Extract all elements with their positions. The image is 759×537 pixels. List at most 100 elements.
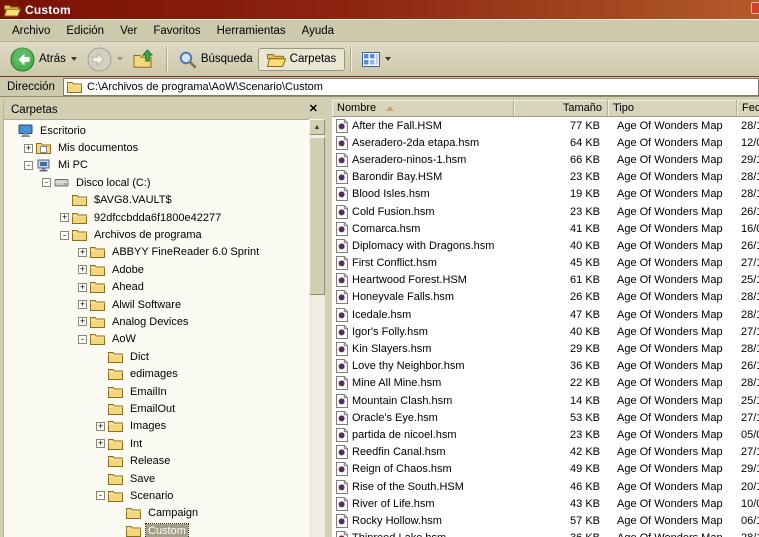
up-button[interactable] (128, 47, 161, 71)
expand-toggle-icon[interactable]: + (78, 317, 87, 327)
folders-button[interactable]: Carpetas (257, 47, 346, 71)
file-row[interactable]: Kin Slayers.hsm 29 KB Age Of Wonders Map 28… (332, 340, 759, 357)
file-row[interactable]: First Conflict.hsm 45 KB Age Of Wonders Ma… (332, 255, 759, 272)
file-row[interactable]: Mine All Mine.hsm 22 KB Age Of Wonders Map… (332, 375, 759, 392)
folder-tree: Escritorio + Mis documentos - Mi PC - Disco lo… (4, 119, 309, 537)
file-row[interactable]: After the Fall.HSM 77 KB Age Of Wonders Ma… (332, 117, 759, 134)
expand-toggle-icon[interactable]: + (60, 213, 69, 223)
column-header-type[interactable]: Tipo (608, 100, 737, 117)
file-row[interactable]: Comarca.hsm 41 KB Age Of Wonders Map 16/0 (332, 220, 759, 237)
file-row[interactable]: Icedale.hsm 47 KB Age Of Wonders Map 28/1 (332, 306, 759, 323)
tree-item-mi-pc[interactable]: - Mi PC (4, 157, 309, 174)
tree-scrollbar[interactable]: ▲ (309, 119, 325, 537)
file-row[interactable]: Oracle's Eye.hsm 53 KB Age Of Wonders Map 2… (332, 409, 759, 426)
file-row[interactable]: Heartwood Forest.HSM 61 KB Age Of Wonders … (332, 272, 759, 289)
computer-icon (36, 158, 52, 172)
tree-item-emailout[interactable]: EmailOut (4, 400, 309, 417)
tree-item-edimages[interactable]: edimages (4, 365, 309, 382)
tree-item-abbyy-finereader-6-0-sprint[interactable]: + ABBYY FineReader 6.0 Sprint (4, 244, 309, 261)
file-row[interactable]: Cold Fusion.hsm 23 KB Age Of Wonders Map 26… (332, 203, 759, 220)
aow-map-file-icon (336, 135, 348, 150)
back-button[interactable]: Atrás (5, 45, 82, 74)
expand-toggle-icon[interactable]: + (78, 300, 87, 310)
tree-item-emailin[interactable]: EmailIn (4, 383, 309, 400)
file-row[interactable]: Reign of Chaos.hsm 49 KB Age Of Wonders Ma… (332, 461, 759, 478)
column-header-date[interactable]: Fecha (737, 100, 759, 117)
tree-item-disco-local-c[interactable]: - Disco local (C:) (4, 174, 309, 191)
file-row[interactable]: Aseradero-ninos-1.hsm 66 KB Age Of Wonders… (332, 151, 759, 168)
pane-splitter[interactable] (325, 97, 332, 537)
menu-item-herramientas[interactable]: Herramientas (209, 22, 294, 40)
file-row[interactable]: Love thy Neighbor.hsm 36 KB Age Of Wonders… (332, 358, 759, 375)
menu-item-archivo[interactable]: Archivo (4, 22, 58, 40)
tree-item-scenario[interactable]: - Scenario (4, 487, 309, 504)
expand-toggle-icon[interactable]: + (78, 265, 87, 275)
tree-item-92dfccbdda6f1800e42277[interactable]: +92dfccbdda6f1800e42277 (4, 209, 309, 226)
folders-label: Carpetas (289, 53, 337, 65)
file-row[interactable]: Blood Isles.hsm 19 KB Age Of Wonders Map 28… (332, 186, 759, 203)
expand-toggle-icon[interactable]: + (24, 143, 33, 153)
menu-item-favoritos[interactable]: Favoritos (145, 22, 208, 40)
forward-button[interactable] (82, 45, 128, 74)
file-row[interactable]: Aseradero-2da etapa.hsm 64 KB Age Of Wonde… (332, 134, 759, 151)
file-row[interactable]: Rise of the South.HSM 46 KB Age Of Wonders… (332, 478, 759, 495)
forward-icon (87, 47, 112, 72)
tree-item-escritorio[interactable]: Escritorio (4, 122, 309, 139)
file-date: 28/1 (741, 291, 759, 304)
tree-item-ahead[interactable]: + Ahead (4, 279, 309, 296)
folder-icon (90, 280, 106, 294)
tree-item-analog-devices[interactable]: + Analog Devices (4, 313, 309, 330)
column-header-name[interactable]: Nombre (332, 100, 514, 117)
file-row[interactable]: River of Life.hsm 43 KB Age Of Wonders Map… (332, 495, 759, 512)
folder-icon (72, 211, 88, 225)
tree-item-avg8-vault[interactable]: $AVG8.VAULT$ (4, 192, 309, 209)
file-row[interactable]: Rocky Hollow.hsm 57 KB Age Of Wonders Map 0… (332, 512, 759, 529)
file-row[interactable]: partida de nicoel.hsm 23 KB Age Of Wonders… (332, 426, 759, 443)
file-row[interactable]: Diplomacy with Dragons.hsm 40 KB Age Of Wo… (332, 237, 759, 254)
file-row[interactable]: Reedfin Canal.hsm 42 KB Age Of Wonders Map… (332, 444, 759, 461)
menu-item-ayuda[interactable]: Ayuda (294, 22, 342, 40)
views-dropdown-caret[interactable] (385, 57, 392, 61)
menu-item-edici-n[interactable]: Edición (58, 22, 112, 40)
tree-item-campaign[interactable]: Campaign (4, 505, 309, 522)
search-button[interactable]: Búsqueda (173, 48, 258, 71)
views-button[interactable] (357, 50, 396, 69)
tree-item-release[interactable]: Release (4, 452, 309, 469)
tree-item-aow[interactable]: - AoW (4, 331, 309, 348)
expand-toggle-icon[interactable]: + (96, 421, 105, 431)
tree-item-archivos-de-programa[interactable]: - Archivos de programa (4, 226, 309, 243)
tree-item-custom[interactable]: Custom (4, 522, 309, 537)
address-input[interactable]: C:\Archivos de programa\AoW\Scenario\Cus… (62, 77, 759, 96)
expand-toggle-icon[interactable]: + (78, 282, 87, 292)
expand-toggle-icon[interactable]: + (96, 439, 105, 449)
collapse-toggle-icon[interactable]: - (24, 160, 33, 170)
scroll-thumb[interactable] (309, 137, 325, 295)
close-button[interactable] (751, 2, 759, 14)
column-header-size[interactable]: Tamaño (514, 100, 608, 117)
tree-item-mis-documentos[interactable]: + Mis documentos (4, 139, 309, 156)
close-panel-button[interactable]: ✕ (309, 104, 318, 115)
collapse-toggle-icon[interactable]: - (78, 334, 87, 344)
tree-item-dict[interactable]: Dict (4, 348, 309, 365)
forward-dropdown-caret[interactable] (116, 57, 123, 61)
file-row[interactable]: Igor's Folly.hsm 40 KB Age Of Wonders Map 2… (332, 323, 759, 340)
tree-item-images[interactable]: + Images (4, 418, 309, 435)
scroll-up-button[interactable]: ▲ (309, 119, 325, 135)
expand-toggle-icon[interactable]: + (78, 247, 87, 257)
file-row[interactable]: Mountain Clash.hsm 14 KB Age Of Wonders Ma… (332, 392, 759, 409)
tree-item-alwil-software[interactable]: + Alwil Software (4, 296, 309, 313)
file-size: 53 KB (570, 411, 600, 424)
menu-item-ver[interactable]: Ver (112, 22, 145, 40)
collapse-toggle-icon[interactable]: - (96, 491, 105, 501)
file-row[interactable]: Thinreed Lake.hsm 36 KBAge Of Wonders Map… (332, 530, 759, 537)
tree-item-adobe[interactable]: + Adobe (4, 261, 309, 278)
file-name: Barondir Bay.HSM (352, 171, 443, 184)
file-name-cell: Comarca.hsm (332, 221, 514, 236)
tree-item-int[interactable]: + Int (4, 435, 309, 452)
tree-item-save[interactable]: Save (4, 470, 309, 487)
back-dropdown-caret[interactable] (70, 57, 77, 61)
file-row[interactable]: Barondir Bay.HSM 23 KB Age Of Wonders Map 2… (332, 169, 759, 186)
file-row[interactable]: Honeyvale Falls.hsm 26 KB Age Of Wonders M… (332, 289, 759, 306)
collapse-toggle-icon[interactable]: - (42, 178, 51, 188)
collapse-toggle-icon[interactable]: - (60, 230, 69, 240)
